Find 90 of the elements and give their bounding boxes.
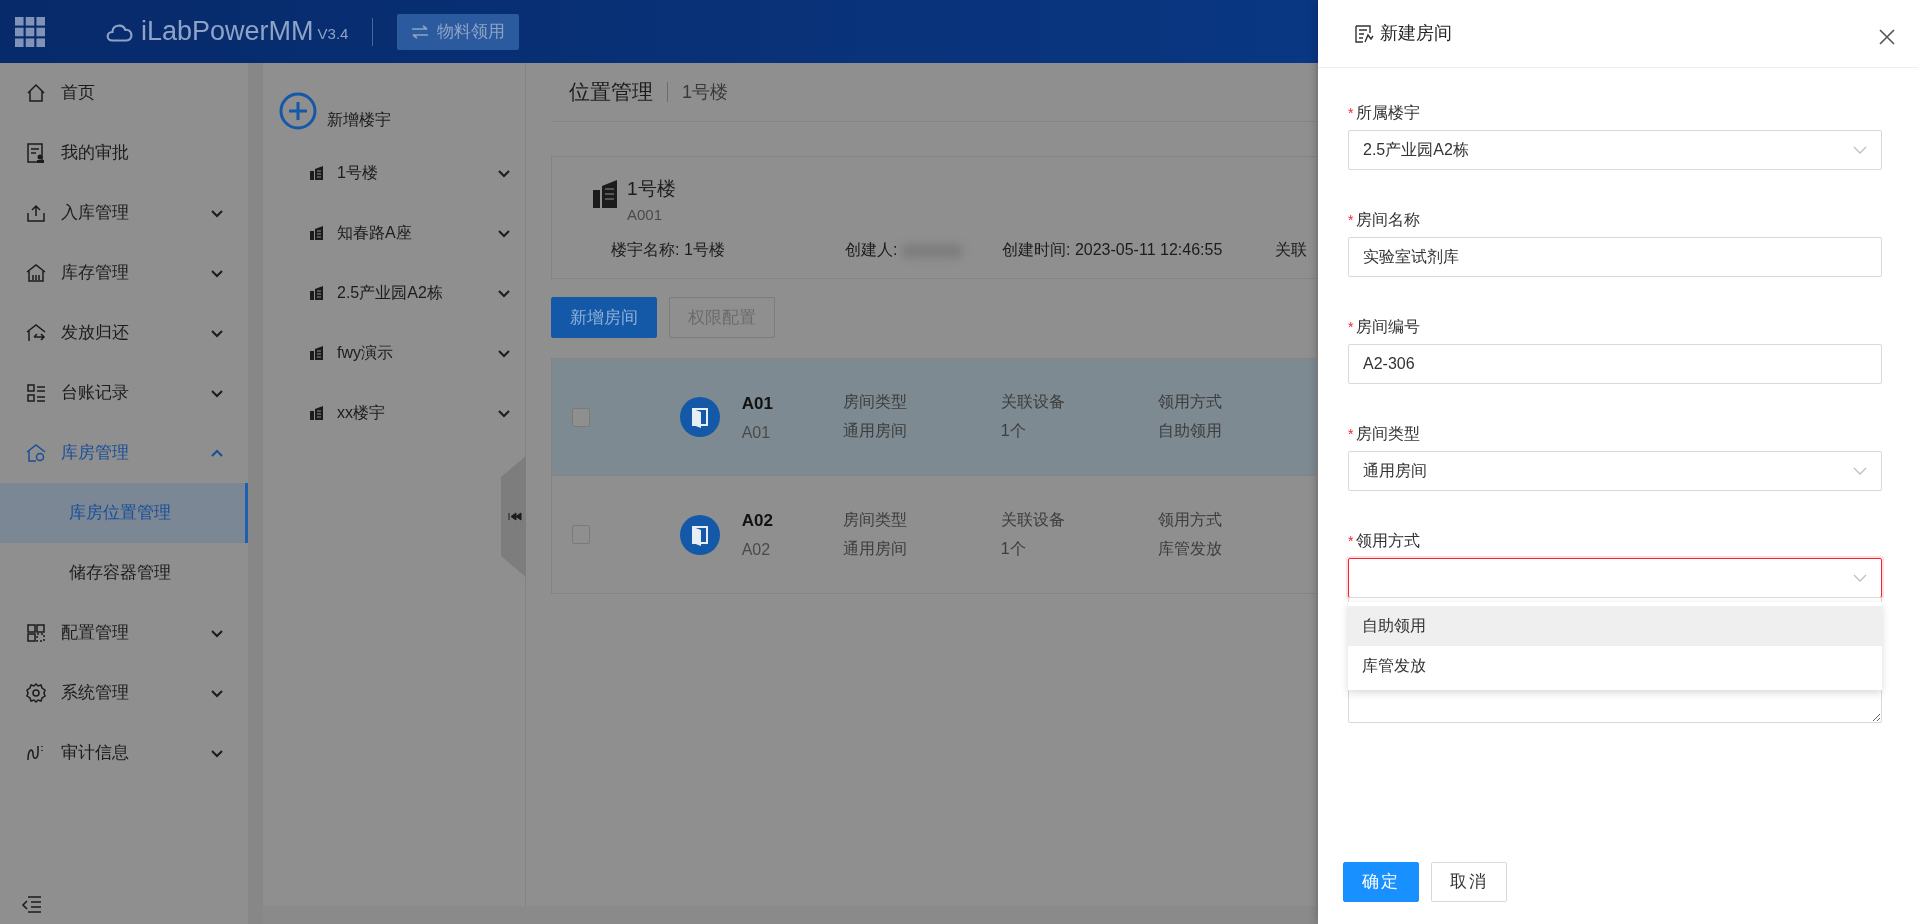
input-field[interactable]: 实验室试剂库: [1348, 237, 1882, 277]
column-value: 自助领用: [1158, 421, 1224, 441]
door-icon: [679, 514, 720, 555]
select-field[interactable]: 通用房间: [1348, 451, 1882, 491]
building-icon: [25, 262, 47, 284]
column-label: 房间类型: [843, 509, 909, 530]
column-value: 1个: [1000, 421, 1027, 441]
field-label: 所属楼宇: [1356, 103, 1421, 123]
column-label: 房间类型: [843, 392, 909, 413]
room-name: A01: [741, 392, 774, 415]
field-label: 房间类型: [1356, 424, 1421, 444]
column-label: 关联设备: [1000, 509, 1066, 530]
building-name: 1号楼: [627, 177, 676, 201]
dropdown-option[interactable]: 自助领用: [1348, 606, 1882, 646]
column-label: 关联设备: [1000, 392, 1066, 413]
document-icon: [25, 142, 47, 164]
field-label: 房间编号: [1356, 317, 1421, 337]
required-mark: *: [1348, 317, 1354, 337]
add-icon[interactable]: [279, 92, 317, 130]
sidebar-item[interactable]: 配置管理: [0, 603, 248, 663]
sidebar-item[interactable]: 库存管理: [0, 243, 248, 303]
column-value: 1个: [1000, 538, 1027, 559]
building-icon: [309, 225, 325, 241]
required-mark: *: [1348, 210, 1354, 230]
column-label: 领用方式: [1158, 392, 1224, 413]
column-value: 库管发放: [1158, 538, 1224, 559]
list-icon: [25, 382, 47, 404]
building-item[interactable]: xx楼宇: [263, 383, 525, 443]
building-info-text: 楼宇名称: 1号楼: [611, 241, 725, 258]
building-icon: [309, 285, 325, 301]
column-value: 通用房间: [843, 538, 909, 559]
door-icon: [679, 397, 720, 437]
required-mark: *: [1348, 424, 1354, 444]
building-info-text: 创建时间: 2023-05-11 12:46:55: [1002, 241, 1223, 258]
room-row[interactable]: A01 A01 房间类型 通用房间 关联设备 1个 领用方式 自助领用: [552, 359, 1316, 476]
building-icon: [592, 179, 619, 209]
room-code: A02: [741, 540, 772, 560]
house-arrows-icon: [25, 322, 47, 344]
home-icon: [25, 82, 47, 104]
building-info-text: 创建人:: [845, 241, 898, 258]
building-icon: [309, 165, 325, 181]
page-title: 位置管理: [569, 79, 653, 106]
confirm-button[interactable]: 确定: [1343, 862, 1419, 902]
apps-icon[interactable]: [15, 16, 45, 47]
add-room-button[interactable]: 新增房间: [551, 297, 657, 338]
building-item[interactable]: 知春路A座: [263, 203, 525, 263]
dropdown-option[interactable]: 库管发放: [1348, 646, 1882, 686]
cancel-button[interactable]: 取消: [1431, 862, 1507, 902]
column-value: 通用房间: [843, 421, 909, 441]
grid-layout-icon: [25, 622, 47, 644]
submenu-item[interactable]: 储存容器管理: [0, 543, 248, 603]
settings-icon: [25, 682, 47, 704]
sidebar-item[interactable]: 首页: [0, 63, 248, 123]
drawer-title: 新建房间: [1380, 22, 1453, 45]
building-icon: [309, 345, 325, 361]
room-code: A01: [741, 422, 772, 443]
building-item[interactable]: 2.5产业园A2栋: [263, 263, 525, 323]
sidebar-item[interactable]: 台账记录: [0, 363, 248, 423]
required-mark: *: [1348, 103, 1354, 123]
building-code: A001: [627, 204, 663, 225]
tray-icon: [25, 202, 47, 224]
room-row[interactable]: A02 A02 房间类型 通用房间 关联设备 1个 领用方式 库管发放: [552, 476, 1316, 593]
building-item[interactable]: fwy演示: [263, 323, 525, 383]
add-building-link[interactable]: 新增楼宇: [327, 108, 391, 132]
room-name: A02: [741, 510, 774, 533]
select-field[interactable]: [1348, 558, 1882, 598]
sidebar-item[interactable]: 审计信息: [0, 723, 248, 783]
form-icon: [1354, 23, 1374, 44]
house-gear-icon: [25, 442, 47, 464]
building-item[interactable]: 1号楼: [263, 143, 525, 203]
checkbox[interactable]: [572, 407, 590, 427]
switch-button[interactable]: 物料领用: [397, 13, 520, 50]
sidebar-item[interactable]: 入库管理: [0, 183, 248, 243]
select-field[interactable]: 2.5产业园A2栋: [1348, 130, 1882, 170]
field-label: 领用方式: [1356, 531, 1421, 551]
collapse-menu-icon[interactable]: [20, 894, 42, 914]
breadcrumb-item[interactable]: 1号楼: [682, 78, 728, 106]
version-text: V3.4: [317, 23, 349, 44]
input-field[interactable]: A2-306: [1348, 344, 1882, 384]
required-mark: *: [1348, 531, 1354, 551]
swap-icon: [411, 24, 430, 39]
sidebar-item[interactable]: 发放归还: [0, 303, 248, 363]
field-label: 房间名称: [1356, 210, 1421, 230]
building-icon: [309, 405, 325, 421]
sidebar-item[interactable]: 我的审批: [0, 123, 248, 183]
collapse-handle[interactable]: [501, 456, 526, 577]
sidebar-item[interactable]: 系统管理: [0, 663, 248, 723]
column-label: 领用方式: [1158, 509, 1224, 530]
building-info-text: 关联: [1275, 241, 1307, 258]
logo-text: iLabPowerMM: [141, 18, 314, 45]
